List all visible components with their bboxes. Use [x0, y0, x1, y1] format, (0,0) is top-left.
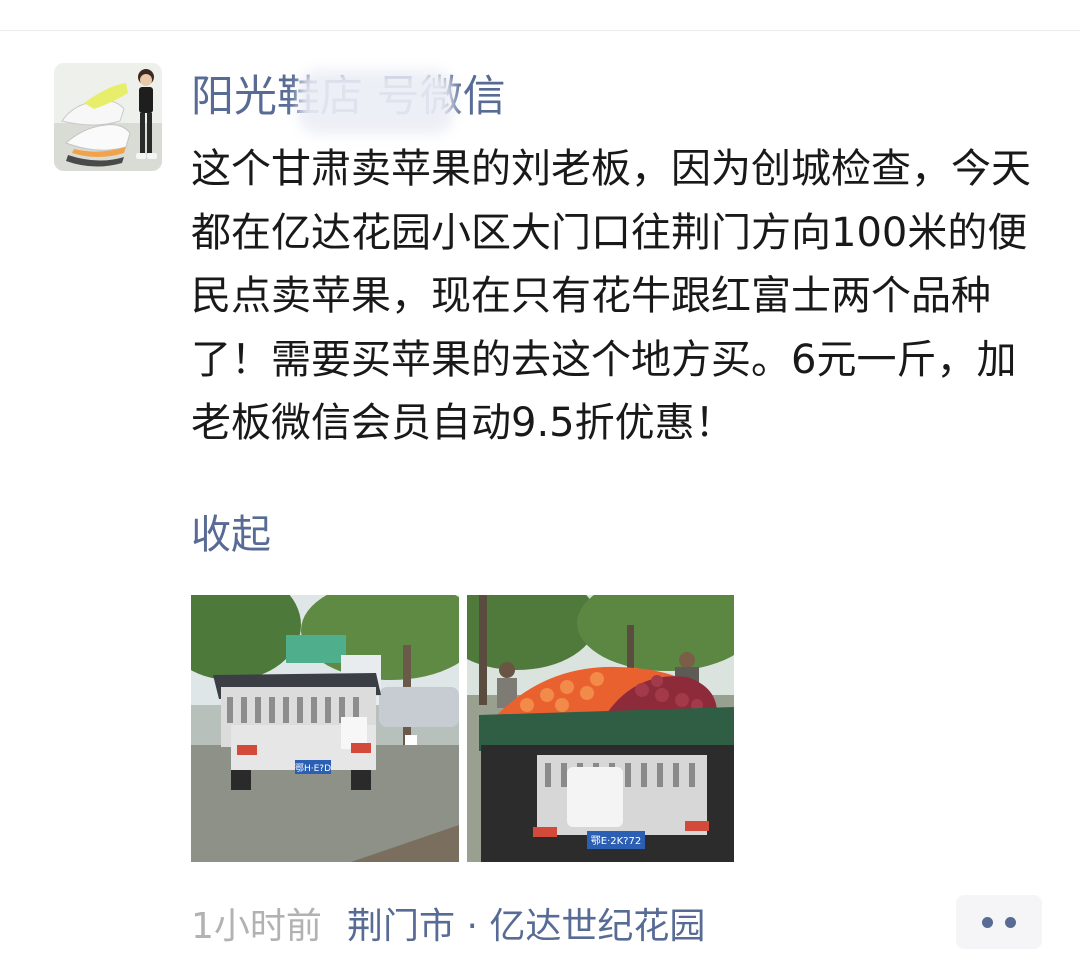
avatar[interactable] [54, 63, 162, 171]
plate-1-text: 鄂H·E?D [295, 763, 331, 774]
plate-2-text: 鄂E·2K?72 [591, 835, 641, 847]
post-time: 1小时前 [191, 906, 322, 947]
top-divider [0, 30, 1080, 31]
more-dots-icon [982, 916, 1016, 928]
collapse-link[interactable]: 收起 [191, 505, 271, 565]
more-button[interactable] [956, 895, 1042, 949]
post-photo-2[interactable]: 鄂E·2K?72 [467, 595, 734, 862]
post-photo-1[interactable]: 鄂H·E?D [191, 595, 459, 862]
post-location[interactable]: 荆门市 · 亿达世纪花园 [347, 895, 705, 951]
post-content: 这个甘肃卖苹果的刘老板，因为创城检查，今天都在亿达花园小区大门口往荆门方向100… [191, 146, 1031, 446]
name-blur-mask [298, 70, 454, 134]
